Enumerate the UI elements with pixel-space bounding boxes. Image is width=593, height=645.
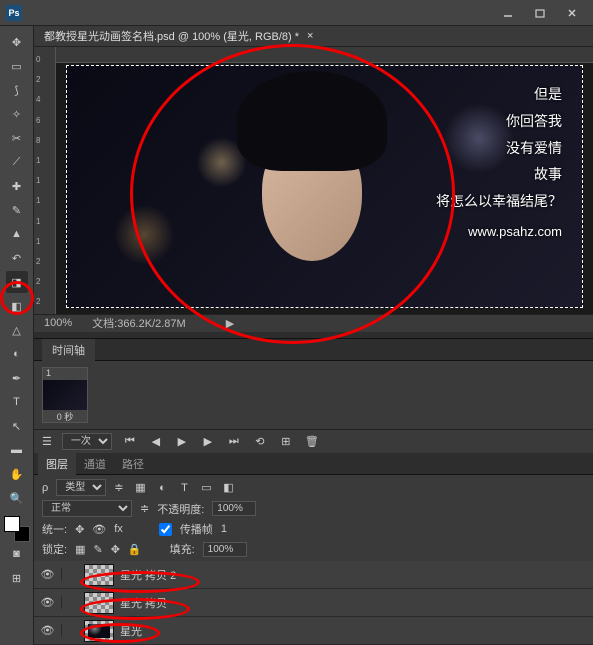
- filter-pixel-icon[interactable]: ▦: [131, 480, 149, 496]
- unify-visibility-icon[interactable]: 👁: [92, 523, 106, 536]
- status-bar: 100% 文档:366.2K/2.87M ▶: [34, 314, 593, 332]
- layer-name[interactable]: 星光 拷贝 2: [120, 567, 593, 583]
- magic-wand-tool[interactable]: ✧: [6, 103, 28, 125]
- tween-button[interactable]: ⟲: [252, 434, 268, 450]
- zoom-level[interactable]: 100%: [44, 317, 72, 329]
- stamp-tool[interactable]: ▲: [6, 223, 28, 245]
- eraser-tool[interactable]: ◨: [6, 271, 28, 293]
- timeline-frame[interactable]: 1 0 秒: [42, 367, 88, 423]
- gradient-tool[interactable]: ◧: [6, 295, 28, 317]
- ruler-vertical: 0246811111222: [34, 47, 56, 313]
- tools-panel: ✥ ▭ ⟆ ✧ ✂ ⟋ ✚ ✎ ▲ ↶ ◨ ◧ △ ◐ ✒ T ↖ ▬ ✋ 🔍 …: [0, 26, 34, 645]
- lock-pixels-icon[interactable]: ✎: [93, 543, 102, 556]
- blend-mode-select[interactable]: 正常: [42, 500, 132, 517]
- layer-thumbnail[interactable]: [84, 564, 114, 586]
- lasso-tool[interactable]: ⟆: [6, 79, 28, 101]
- prev-frame-button[interactable]: ◀: [148, 434, 164, 450]
- play-button[interactable]: ▶: [174, 434, 190, 450]
- fill-input[interactable]: [203, 542, 247, 557]
- document-tab[interactable]: 都教授星光动画签名档.psd @ 100% (星光, RGB/8) * ×: [34, 26, 593, 47]
- next-frame-button[interactable]: ▶: [200, 434, 216, 450]
- eyedropper-tool[interactable]: ⟋: [6, 151, 28, 173]
- layer-name[interactable]: 星光 拷贝: [120, 595, 593, 611]
- filter-type-icon[interactable]: T: [175, 480, 193, 496]
- portrait-graphic: [207, 71, 407, 313]
- path-tool[interactable]: ↖: [6, 415, 28, 437]
- close-button[interactable]: [557, 3, 587, 23]
- canvas-area: 0246811111222 但是 你回答我 没有爱情 故事 将怎么: [34, 47, 593, 313]
- minimize-button[interactable]: [493, 3, 523, 23]
- quickmask-tool[interactable]: ◙: [6, 543, 28, 565]
- healing-tool[interactable]: ✚: [6, 175, 28, 197]
- brush-tool[interactable]: ✎: [6, 199, 28, 221]
- frame-duration[interactable]: 0 秒: [43, 410, 87, 422]
- layers-tab[interactable]: 图层: [38, 453, 76, 475]
- zoom-tool[interactable]: 🔍: [6, 487, 28, 509]
- visibility-toggle[interactable]: 👁: [34, 596, 62, 609]
- close-doc-icon[interactable]: ×: [307, 30, 313, 42]
- visibility-toggle[interactable]: 👁: [34, 568, 62, 581]
- last-frame-button[interactable]: ⏭: [226, 434, 242, 450]
- screenmode-tool[interactable]: ⊞: [6, 567, 28, 589]
- visibility-toggle[interactable]: 👁: [34, 624, 62, 637]
- propagate-checkbox[interactable]: [159, 523, 172, 536]
- filter-smart-icon[interactable]: ◧: [219, 480, 237, 496]
- maximize-button[interactable]: [525, 3, 555, 23]
- blur-tool[interactable]: △: [6, 319, 28, 341]
- hand-tool[interactable]: ✋: [6, 463, 28, 485]
- layer-thumbnail[interactable]: [84, 620, 114, 642]
- document-title: 都教授星光动画签名档.psd @ 100% (星光, RGB/8) *: [44, 28, 299, 44]
- type-tool[interactable]: T: [6, 391, 28, 413]
- ruler-horizontal: [56, 47, 593, 63]
- unify-style-icon[interactable]: fx: [114, 523, 123, 535]
- filter-shape-icon[interactable]: ▭: [197, 480, 215, 496]
- unify-position-icon[interactable]: ✥: [75, 523, 84, 536]
- shape-tool[interactable]: ▬: [6, 439, 28, 461]
- layers-list: 👁 星光 拷贝 2 👁 星光 拷贝 👁 星光: [34, 561, 593, 645]
- layer-name[interactable]: 星光: [120, 623, 593, 639]
- channels-tab[interactable]: 通道: [76, 453, 114, 475]
- delete-frame-button[interactable]: 🗑: [304, 434, 320, 450]
- lock-all-icon[interactable]: 🔒: [128, 543, 142, 556]
- opacity-input[interactable]: [212, 501, 256, 516]
- crop-tool[interactable]: ✂: [6, 127, 28, 149]
- layer-row[interactable]: 👁 星光: [34, 617, 593, 645]
- canvas[interactable]: 但是 你回答我 没有爱情 故事 将怎么以幸福结尾？ www.psahz.com: [56, 63, 593, 313]
- titlebar: Ps: [0, 0, 593, 26]
- play-icon[interactable]: ▶: [226, 317, 234, 330]
- timeline-panel: 时间轴 1 0 秒 ☰ 一次 ⏮ ◀ ▶ ▶ ⏭ ⟲ ⊞ 🗑: [34, 339, 593, 453]
- lock-trans-icon[interactable]: ▦: [75, 543, 85, 556]
- layers-panel: 图层 通道 路径 ρ 类型 ≑ ▦ ◐ T ▭ ◧: [34, 453, 593, 645]
- paths-tab[interactable]: 路径: [114, 453, 152, 475]
- filter-kind-select[interactable]: 类型: [56, 479, 106, 496]
- color-swatches[interactable]: [4, 516, 30, 542]
- watermark-url: www.psahz.com: [436, 220, 562, 245]
- layer-row[interactable]: 👁 星光 拷贝: [34, 589, 593, 617]
- layer-thumbnail[interactable]: [84, 592, 114, 614]
- duplicate-frame-button[interactable]: ⊞: [278, 434, 294, 450]
- layer-row[interactable]: 👁 星光 拷贝 2: [34, 561, 593, 589]
- app-icon: Ps: [6, 5, 22, 21]
- timeline-tab[interactable]: 时间轴: [42, 339, 95, 361]
- marquee-tool[interactable]: ▭: [6, 55, 28, 77]
- doc-size: 366.2K/2.87M: [117, 318, 186, 330]
- canvas-text: 但是 你回答我 没有爱情 故事 将怎么以幸福结尾？ www.psahz.com: [436, 81, 562, 245]
- timeline-menu-icon[interactable]: ☰: [42, 435, 52, 448]
- first-frame-button[interactable]: ⏮: [122, 434, 138, 450]
- canvas-image: 但是 你回答我 没有爱情 故事 将怎么以幸福结尾？ www.psahz.com: [66, 65, 583, 307]
- dodge-tool[interactable]: ◐: [6, 343, 28, 365]
- loop-select[interactable]: 一次: [62, 433, 112, 450]
- lock-position-icon[interactable]: ✥: [111, 543, 120, 556]
- filter-adjust-icon[interactable]: ◐: [153, 480, 171, 496]
- history-brush-tool[interactable]: ↶: [6, 247, 28, 269]
- pen-tool[interactable]: ✒: [6, 367, 28, 389]
- frame-thumbnail: [43, 380, 87, 410]
- move-tool[interactable]: ✥: [6, 31, 28, 53]
